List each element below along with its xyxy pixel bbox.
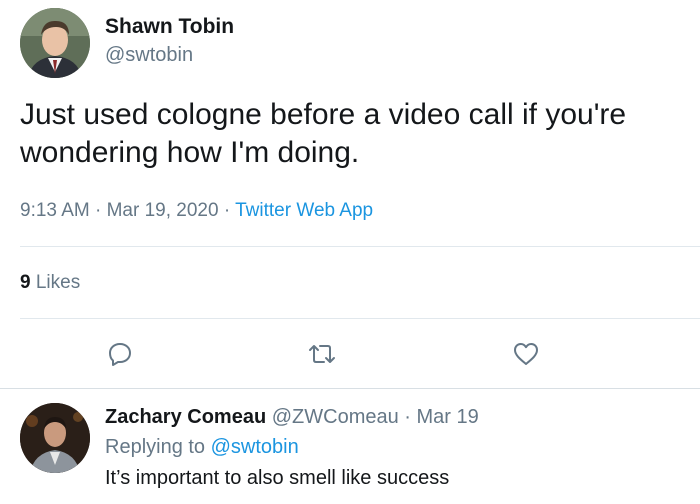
divider bbox=[20, 318, 700, 319]
main-tweet: Shawn Tobin @swtobin Just used cologne b… bbox=[0, 0, 700, 388]
replying-mention[interactable]: @swtobin bbox=[211, 436, 299, 458]
reply-author-handle[interactable]: @ZWComeau bbox=[266, 406, 399, 428]
author-handle[interactable]: @swtobin bbox=[105, 44, 193, 67]
likes-number: 9 bbox=[20, 272, 31, 293]
tweet-date[interactable]: Mar 19, 2020 bbox=[107, 200, 219, 221]
retweet-icon bbox=[309, 345, 335, 363]
replying-to: Replying to @swtobin bbox=[105, 436, 299, 459]
reply-text: It’s important to also smell like succes… bbox=[105, 467, 450, 489]
likes-label: Likes bbox=[30, 272, 81, 293]
author-name[interactable]: Shawn Tobin bbox=[105, 15, 234, 39]
meta-separator: · bbox=[89, 200, 107, 221]
tweet-text: Just used cologne before a video call if… bbox=[20, 98, 627, 169]
reply-tweet[interactable]: Zachary Comeau @ZWComeau · Mar 19 Replyi… bbox=[0, 389, 700, 504]
likes-count[interactable]: 9 Likes bbox=[20, 272, 80, 294]
reply-avatar[interactable] bbox=[20, 403, 90, 473]
tweet-source[interactable]: Twitter Web App bbox=[235, 200, 373, 221]
reply-button[interactable] bbox=[104, 338, 136, 370]
tweet-time[interactable]: 9:13 AM bbox=[20, 200, 90, 221]
reply-icon bbox=[109, 343, 131, 366]
reply-header: Zachary Comeau @ZWComeau · Mar 19 bbox=[105, 406, 479, 429]
like-button[interactable] bbox=[510, 338, 542, 370]
tweet-meta: 9:13 AM · Mar 19, 2020 · Twitter Web App bbox=[20, 200, 373, 222]
avatar[interactable] bbox=[20, 8, 90, 78]
replying-label: Replying to bbox=[105, 436, 211, 458]
reply-author-name[interactable]: Zachary Comeau bbox=[105, 406, 266, 428]
reply-date[interactable]: Mar 19 bbox=[417, 406, 479, 428]
meta-separator: · bbox=[218, 200, 236, 221]
divider bbox=[20, 246, 700, 247]
reply-separator: · bbox=[398, 406, 417, 428]
like-icon bbox=[514, 343, 538, 365]
retweet-button[interactable] bbox=[306, 338, 338, 370]
